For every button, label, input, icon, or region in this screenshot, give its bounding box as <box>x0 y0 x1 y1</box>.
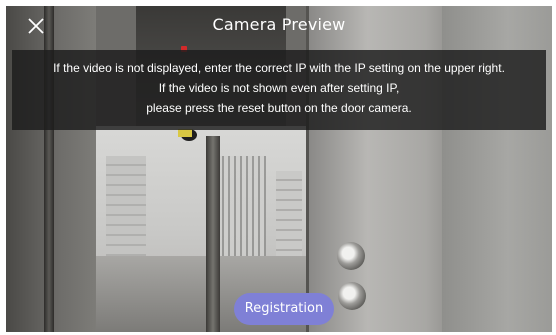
video-railing <box>216 156 266 266</box>
registration-button[interactable]: Registration <box>234 293 334 325</box>
video-door-lock-upper <box>337 242 365 270</box>
video-door-lock-lower <box>338 282 366 310</box>
video-sign <box>178 129 192 137</box>
video-notice-banner: If the video is not displayed, enter the… <box>12 50 546 130</box>
camera-preview-screen: Camera Preview If the video is not displ… <box>6 6 552 332</box>
notice-line-1: If the video is not displayed, enter the… <box>53 61 505 75</box>
notice-line-3: please press the reset button on the doo… <box>146 101 412 115</box>
page-title: Camera Preview <box>212 15 346 34</box>
header-bar: Camera Preview <box>6 6 552 46</box>
video-door-frame-center <box>206 136 220 332</box>
notice-line-2: If the video is not shown even after set… <box>158 81 400 95</box>
